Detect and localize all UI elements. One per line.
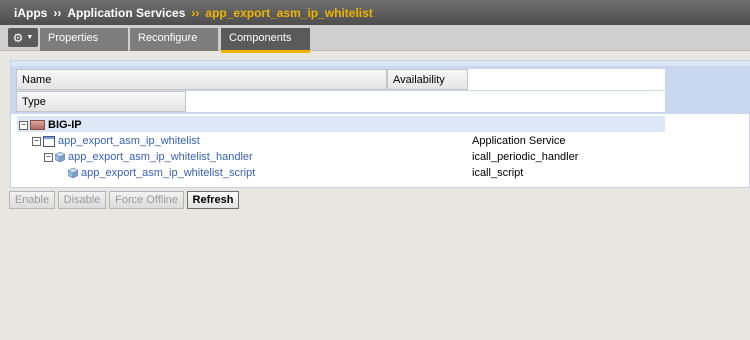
tree-node-link[interactable]: app_export_asm_ip_whitelist_script xyxy=(81,167,255,179)
collapse-icon[interactable]: − xyxy=(19,120,28,130)
components-panel: Name Availability Type − BIG-IP − app_ex… xyxy=(10,60,750,188)
breadcrumb-separator: ›› xyxy=(191,5,200,20)
enable-button[interactable]: Enable xyxy=(9,191,55,209)
refresh-button[interactable]: Refresh xyxy=(187,191,239,209)
breadcrumb-item-iapps[interactable]: iApps xyxy=(14,6,47,20)
tree-row-script[interactable]: app_export_asm_ip_whitelist_script xyxy=(68,165,255,181)
selected-row-highlight xyxy=(17,116,665,132)
tree-node-link[interactable]: app_export_asm_ip_whitelist_handler xyxy=(68,151,253,163)
application-service-icon xyxy=(43,135,55,147)
chevron-down-icon: ▼ xyxy=(26,34,34,41)
tree-row-type: icall_script xyxy=(472,167,524,179)
tab-bar: ⚙ ▼ Properties Reconfigure Components xyxy=(0,25,750,53)
column-header-type[interactable]: Type xyxy=(16,91,186,112)
header-blank xyxy=(186,91,665,112)
tree-row-type: icall_periodic_handler xyxy=(472,151,579,163)
cube-icon xyxy=(68,168,78,178)
breadcrumb: iApps ›› Application Services ›› app_exp… xyxy=(0,0,750,25)
tab-properties[interactable]: Properties xyxy=(40,28,128,51)
column-header-name[interactable]: Name xyxy=(16,69,387,90)
breadcrumb-separator: ›› xyxy=(53,5,62,20)
gear-menu-button[interactable]: ⚙ ▼ xyxy=(8,28,38,47)
cube-icon xyxy=(55,152,65,162)
breadcrumb-item-application-services[interactable]: Application Services xyxy=(67,6,185,20)
breadcrumb-current: app_export_asm_ip_whitelist xyxy=(205,5,373,20)
force-offline-button[interactable]: Force Offline xyxy=(109,191,184,209)
tree-row-handler[interactable]: − app_export_asm_ip_whitelist_handler xyxy=(44,149,253,165)
header-blank xyxy=(468,69,665,90)
tab-components[interactable]: Components xyxy=(221,28,310,53)
disable-button[interactable]: Disable xyxy=(58,191,106,209)
collapse-icon[interactable]: − xyxy=(32,136,41,146)
tree-node-link[interactable]: app_export_asm_ip_whitelist xyxy=(58,135,200,147)
tree-row-type: Application Service xyxy=(472,135,566,147)
bigip-device-icon xyxy=(30,120,45,130)
column-header-availability[interactable]: Availability xyxy=(387,69,468,90)
collapse-icon[interactable]: − xyxy=(44,152,53,162)
gear-icon: ⚙ xyxy=(12,30,24,45)
tree-node-label: BIG-IP xyxy=(48,119,82,131)
tab-reconfigure[interactable]: Reconfigure xyxy=(130,28,218,51)
tree-row-bigip[interactable]: − BIG-IP xyxy=(19,117,82,133)
tree-row-application-service[interactable]: − app_export_asm_ip_whitelist xyxy=(32,133,200,149)
